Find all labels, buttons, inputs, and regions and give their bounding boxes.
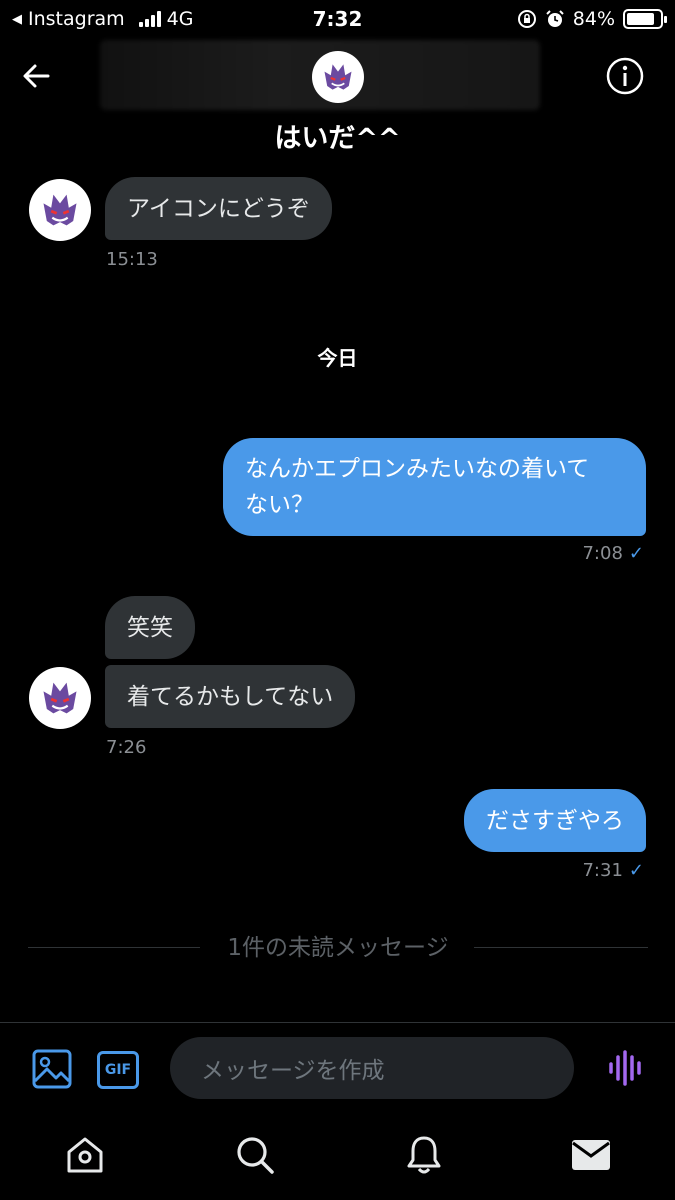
timestamp-text: 7:08 [582, 543, 623, 564]
sender-avatar[interactable] [29, 667, 91, 729]
incoming-message[interactable]: 笑笑 [105, 596, 195, 659]
gif-button[interactable]: GIF [97, 1051, 139, 1089]
ghost-avatar-icon [43, 682, 77, 714]
message-text: 笑笑 [127, 614, 173, 641]
message-input-placeholder: メッセージを作成 [201, 1058, 385, 1084]
info-icon[interactable] [605, 56, 645, 96]
orientation-lock-icon [517, 10, 536, 28]
notifications-bell-icon[interactable] [403, 1134, 445, 1176]
conversation-avatar[interactable] [312, 51, 364, 103]
search-icon[interactable] [234, 1134, 276, 1176]
read-check-icon: ✓ [628, 543, 644, 564]
day-separator: 今日 [317, 346, 358, 370]
voice-message-icon[interactable] [606, 1049, 644, 1087]
ghost-avatar-icon [43, 194, 77, 226]
image-icon[interactable] [32, 1049, 72, 1089]
home-icon[interactable] [64, 1134, 106, 1176]
battery-percent: 84% [572, 8, 615, 30]
status-right: 84% [517, 8, 667, 30]
conversation-title[interactable]: はいだ^^ [0, 116, 675, 155]
message-timestamp: 7:26 [106, 737, 147, 758]
outgoing-message[interactable]: なんかエプロンみたいなの着いて ない？ [223, 438, 646, 536]
incoming-message[interactable]: アイコンにどうぞ [105, 177, 332, 240]
message-text: ださすぎやろ [486, 807, 624, 834]
bottom-tab-bar [0, 1112, 675, 1200]
ghost-avatar-icon [324, 64, 352, 90]
messages-mail-icon[interactable] [571, 1138, 611, 1172]
message-timestamp: 7:31 ✓ [582, 860, 644, 881]
unread-label: 1件の未読メッセージ [227, 935, 449, 961]
unread-divider: 1件の未読メッセージ [28, 928, 648, 964]
message-input[interactable]: メッセージを作成 [170, 1037, 574, 1099]
message-timestamp: 7:08 ✓ [582, 543, 644, 564]
alarm-icon [546, 10, 564, 27]
read-check-icon: ✓ [628, 860, 644, 881]
message-text-line-2: ない？ [245, 492, 314, 518]
message-text: アイコンにどうぞ [127, 195, 310, 222]
incoming-message[interactable]: 着てるかもしてない [105, 665, 356, 728]
back-arrow-icon[interactable] [18, 56, 58, 96]
message-timestamp: 15:13 [106, 249, 158, 270]
message-text-line-1: なんかエプロンみたいなの着いて [245, 456, 590, 482]
outgoing-message[interactable]: ださすぎやろ [464, 789, 646, 852]
status-bar: ◀ Instagram 4G 7:32 84% [0, 0, 675, 38]
message-composer: GIF メッセージを作成 [0, 1022, 675, 1112]
message-text: 着てるかもしてない [127, 683, 334, 710]
sender-avatar[interactable] [29, 179, 91, 241]
battery-icon [623, 9, 667, 29]
timestamp-text: 7:31 [582, 860, 623, 881]
battery-fill [627, 13, 654, 25]
